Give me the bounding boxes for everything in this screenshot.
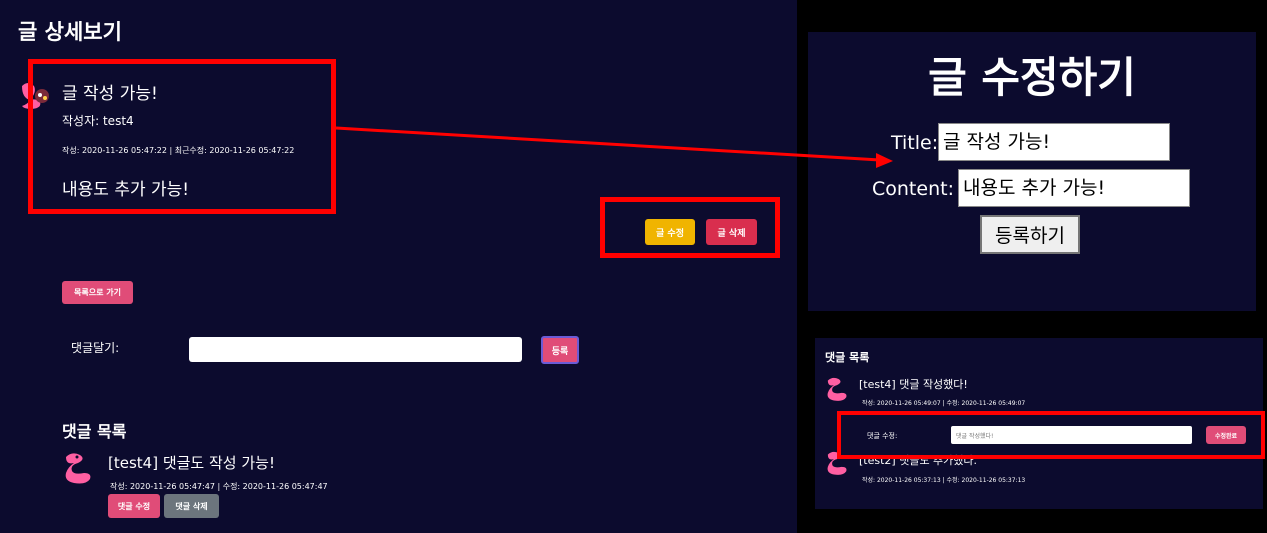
- red-arrow-icon: [335, 126, 893, 168]
